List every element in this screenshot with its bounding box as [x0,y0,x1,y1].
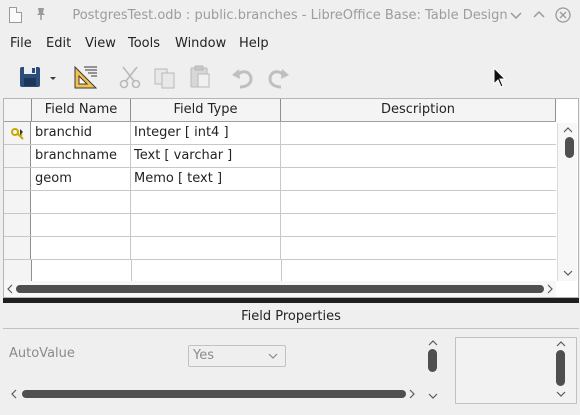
chevron-up-icon[interactable] [427,338,439,347]
scrollbar-thumb[interactable] [565,137,574,158]
properties-vertical-scrollbar[interactable] [424,336,442,406]
table-row[interactable]: geom Memo [ text ] [4,168,556,191]
copy-icon [154,68,175,89]
table-row[interactable] [4,237,556,260]
copy-button[interactable] [151,63,179,91]
maximize-icon[interactable] [529,5,549,25]
chevron-down-icon[interactable] [558,268,578,281]
description-cell[interactable] [281,168,556,190]
autovalue-selected-value: Yes [193,348,214,363]
pane-splitter[interactable] [3,298,579,303]
field-type-cell[interactable] [131,237,281,259]
description-cell[interactable] [281,214,556,236]
design-mode-button[interactable] [72,63,100,91]
field-properties-title: Field Properties [3,309,579,329]
field-name-cell[interactable]: geom [32,168,131,190]
chevron-down-icon [50,77,56,80]
scrollbar-thumb[interactable] [556,350,565,386]
row-header[interactable] [4,237,31,259]
column-divider [131,260,132,281]
paste-button[interactable] [186,63,214,91]
row-header[interactable] [4,260,32,281]
window-title: PostgresTest.odb : public.branches - Lib… [72,8,508,23]
table-row[interactable] [4,191,556,214]
description-cell[interactable] [281,122,556,144]
description-cell[interactable] [281,191,556,213]
field-type-cell[interactable] [131,191,281,213]
undo-icon [232,69,253,89]
row-header[interactable] [4,214,31,236]
paste-icon [190,65,210,88]
scrollbar-thumb[interactable] [22,390,406,398]
properties-horizontal-scrollbar[interactable] [8,385,418,403]
scrollbar-thumb[interactable] [428,349,437,372]
chevron-right-icon[interactable] [408,389,416,399]
field-name-cell[interactable] [32,191,131,213]
menu-tools[interactable]: Tools [128,36,160,51]
grid-header: Field Name Field Type Description [4,99,556,122]
save-button[interactable] [17,63,45,91]
minimize-icon[interactable] [506,5,526,25]
chevron-down-icon[interactable] [427,392,439,401]
column-header-description[interactable]: Description [281,99,556,121]
field-name-cell[interactable]: branchid [32,122,131,144]
menu-bar: File Edit View Tools Window Help [0,32,580,56]
grid-vertical-scrollbar[interactable] [557,123,577,281]
description-cell[interactable] [281,145,556,167]
autovalue-label: AutoValue [9,346,75,361]
primary-key-icon [11,128,24,140]
menu-edit[interactable]: Edit [46,36,71,51]
cut-button[interactable] [116,63,144,91]
row-header-corner [4,99,32,121]
redo-icon [268,69,289,89]
chevron-left-icon[interactable] [10,389,18,399]
menu-view[interactable]: View [85,36,116,51]
field-type-cell[interactable]: Text [ varchar ] [131,145,281,167]
table-row[interactable] [4,214,556,237]
save-dropdown-button[interactable] [47,63,59,91]
chevron-up-icon[interactable] [555,339,567,348]
row-header[interactable] [4,168,31,190]
scrollbar-thumb[interactable] [16,285,544,293]
field-type-cell[interactable]: Memo [ text ] [131,168,281,190]
column-header-field-type[interactable]: Field Type [131,99,281,121]
menu-help[interactable]: Help [239,36,269,51]
description-cell[interactable] [281,237,556,259]
table-row[interactable]: branchname Text [ varchar ] [4,145,556,168]
help-vertical-scrollbar[interactable] [552,337,570,403]
chevron-down-icon [267,346,279,373]
title-bar[interactable]: PostgresTest.odb : public.branches - Lib… [0,0,580,32]
row-header[interactable] [4,191,31,213]
undo-button[interactable] [229,63,257,91]
column-divider [281,260,282,281]
chevron-left-icon[interactable] [6,284,14,294]
row-header[interactable] [4,145,31,167]
close-icon[interactable] [553,5,573,25]
menu-file[interactable]: File [10,36,32,51]
ruler-triangle-icon [74,65,98,89]
table-row[interactable]: branchid Integer [ int4 ] [4,122,556,145]
row-header[interactable] [4,122,31,144]
field-name-cell[interactable] [32,214,131,236]
scissors-icon [119,66,141,89]
field-type-cell[interactable]: Integer [ int4 ] [131,122,281,144]
mouse-cursor-icon [493,66,507,89]
menu-window[interactable]: Window [175,36,226,51]
field-name-cell[interactable]: branchname [32,145,131,167]
grid-horizontal-scrollbar[interactable] [4,281,556,297]
chevron-down-icon[interactable] [555,390,567,399]
autovalue-select[interactable]: Yes [188,345,286,367]
field-type-cell[interactable] [131,214,281,236]
chevron-right-icon[interactable] [546,284,554,294]
redo-button[interactable] [264,63,292,91]
floppy-disk-icon [20,67,40,87]
column-header-field-name[interactable]: Field Name [32,99,131,121]
table-design-grid[interactable]: Field Name Field Type Description branch… [3,98,579,298]
field-name-cell[interactable] [32,237,131,259]
